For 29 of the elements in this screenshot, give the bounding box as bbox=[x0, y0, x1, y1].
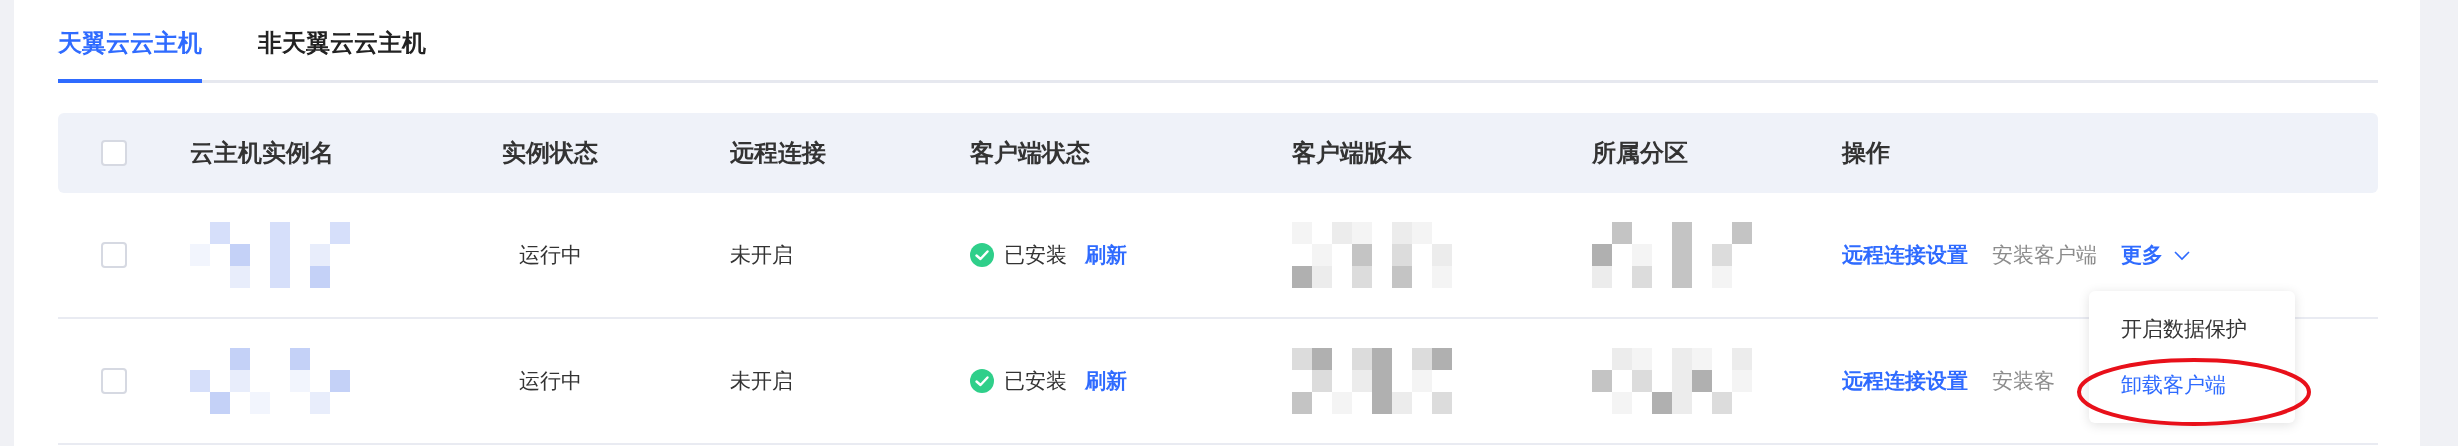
table-cell-text: 运行中 bbox=[518, 242, 582, 269]
checkbox[interactable] bbox=[101, 242, 127, 268]
remote-settings-link[interactable]: 远程连接设置 bbox=[1842, 367, 1968, 395]
table-cell-text: 运行中 bbox=[518, 368, 582, 395]
column-header: 云主机实例名 bbox=[190, 138, 334, 169]
tab[interactable]: 天翼云云主机 bbox=[58, 27, 202, 83]
column-header: 客户端版本 bbox=[1292, 138, 1412, 169]
tab[interactable]: 非天翼云云主机 bbox=[258, 27, 426, 83]
table-cell-text: 已安装 bbox=[1004, 368, 1067, 395]
menu-item[interactable]: 开启数据保护 bbox=[2089, 301, 2295, 357]
column-header: 操作 bbox=[1842, 138, 1890, 169]
table-cell-text: 已安装 bbox=[1004, 242, 1067, 269]
column-header: 客户端状态 bbox=[970, 138, 1090, 169]
refresh-link[interactable]: 刷新 bbox=[1085, 241, 1127, 269]
remote-settings-link[interactable]: 远程连接设置 bbox=[1842, 241, 1968, 269]
column-header: 实例状态 bbox=[502, 138, 598, 169]
install-client-link[interactable]: 安装客 bbox=[1992, 367, 2055, 395]
refresh-link[interactable]: 刷新 bbox=[1085, 367, 1127, 395]
install-client-link[interactable]: 安装客户端 bbox=[1992, 241, 2097, 269]
check-circle-icon bbox=[970, 243, 994, 267]
table-cell-text: 未开启 bbox=[730, 368, 793, 395]
chevron-down-icon bbox=[2173, 249, 2191, 261]
more-dropdown[interactable]: 更多 bbox=[2121, 241, 2191, 269]
column-header: 所属分区 bbox=[1592, 138, 1688, 169]
checkbox[interactable] bbox=[101, 140, 127, 166]
table-cell-text: 未开启 bbox=[730, 242, 793, 269]
check-circle-icon bbox=[970, 369, 994, 393]
checkbox[interactable] bbox=[101, 368, 127, 394]
column-header: 远程连接 bbox=[730, 138, 826, 169]
